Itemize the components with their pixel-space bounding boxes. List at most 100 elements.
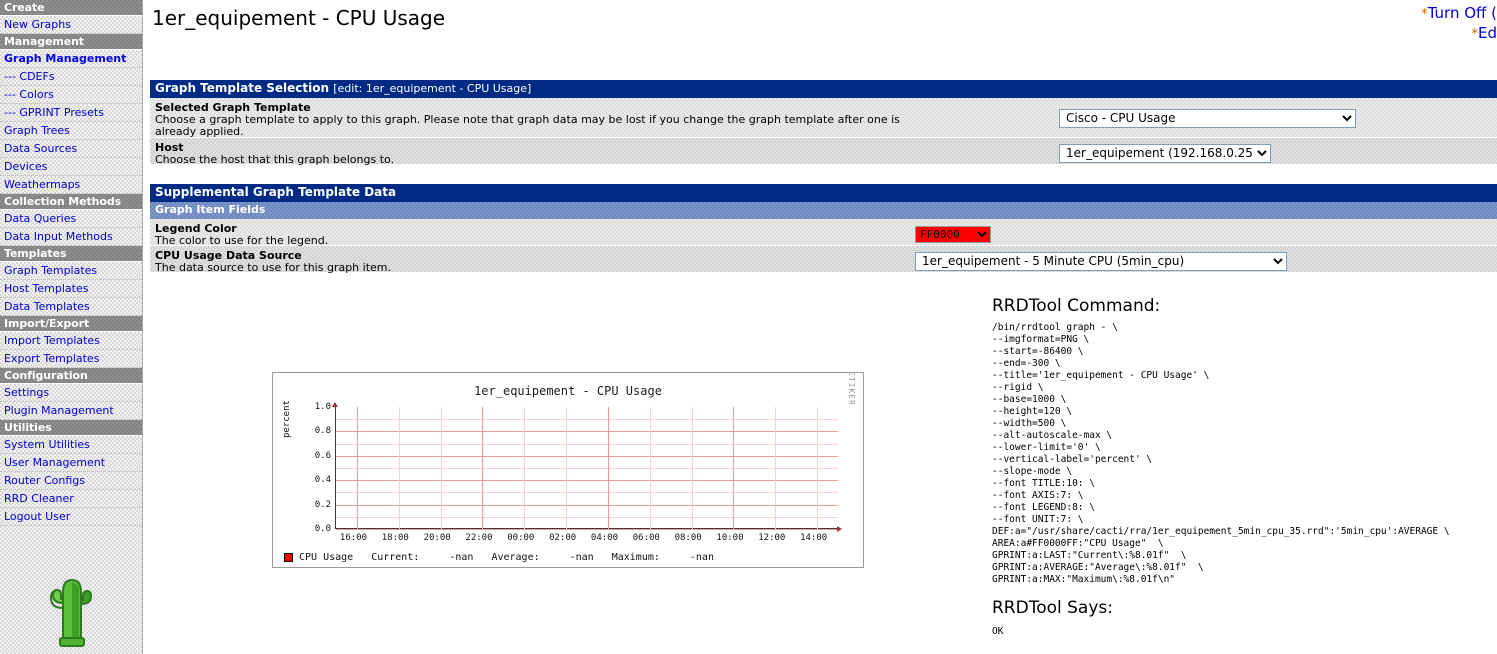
nav-header-create: Create — [0, 0, 142, 16]
graph-gridline-h — [336, 455, 838, 457]
graph-x-tick-label: 14:00 — [800, 533, 828, 543]
x-axis-arrow-icon — [837, 526, 842, 532]
cpu-data-source-select[interactable]: 1er_equipement - 5 Minute CPU (5min_cpu) — [915, 251, 1287, 271]
graph-x-tick-label: 16:00 — [339, 533, 367, 543]
sidebar-item-system-utilities[interactable]: System Utilities — [0, 436, 142, 454]
graph-y-tick-label: 0.8 — [314, 426, 331, 437]
cacti-logo — [0, 570, 143, 654]
sidebar-item-user-management[interactable]: User Management — [0, 454, 142, 472]
graph-gridline-h-minor — [336, 443, 838, 445]
nav-header-collection-methods: Collection Methods — [0, 194, 142, 210]
graph-gridline-v — [440, 407, 442, 529]
graph-item-fields-subheader: Graph Item Fields — [150, 202, 1497, 219]
nav-header-utilities: Utilities — [0, 420, 142, 436]
field-label-legend-color: Legend Color — [155, 222, 237, 235]
legend-color-swatch — [284, 553, 293, 562]
graph-gridline-h — [336, 480, 838, 482]
sidebar-item-devices[interactable]: Devices — [0, 158, 142, 176]
rrdtool-watermark: RRDTOOL / TOBI OETIKER — [847, 373, 856, 406]
legend-color-select[interactable]: FF0000 — [915, 226, 991, 243]
legend-current-value: -nan — [449, 552, 474, 563]
graph-gridline-v — [524, 407, 526, 529]
graph-gridline-h-minor — [336, 492, 838, 494]
graph-x-tick-label: 06:00 — [632, 533, 660, 543]
graph-x-tick-label: 00:00 — [507, 533, 535, 543]
sidebar-item-graph-templates[interactable]: Graph Templates — [0, 262, 142, 280]
graph-x-tick-label: 12:00 — [758, 533, 786, 543]
nav-header-configuration: Configuration — [0, 368, 142, 384]
rrdtool-says-text: OK — [992, 626, 1004, 637]
sidebar-item-data-templates[interactable]: Data Templates — [0, 298, 142, 316]
sidebar-item-export-templates[interactable]: Export Templates — [0, 350, 142, 368]
graph-y-tick-label: 1.0 — [314, 402, 331, 412]
graph-y-tick-label: 0.2 — [314, 499, 331, 510]
sidebar-item-data-input-methods[interactable]: Data Input Methods — [0, 228, 142, 246]
graph-legend: CPU Usage Current: -nan Average: -nan Ma… — [284, 552, 714, 563]
graph-gridline-h-minor — [336, 516, 838, 518]
rrdtool-command-heading: RRDTool Command: — [992, 296, 1161, 316]
sidebar-item-weathermaps[interactable]: Weathermaps — [0, 176, 142, 194]
rrdtool-command-text: /bin/rrdtool graph - \ --imgformat=PNG \… — [992, 322, 1450, 585]
graph-gridline-v — [691, 407, 693, 529]
graph-x-tick-label: 22:00 — [465, 533, 493, 543]
sidebar-item-router-configs[interactable]: Router Configs — [0, 472, 142, 490]
graph-gridline-v — [817, 407, 819, 529]
legend-average-value: -nan — [569, 552, 594, 563]
host-select[interactable]: 1er_equipement (192.168.0.253) — [1059, 143, 1271, 163]
sidebar-item-import-templates[interactable]: Import Templates — [0, 332, 142, 350]
graph-x-tick-label: 08:00 — [674, 533, 702, 543]
legend-maximum-label: Maximum: — [611, 552, 660, 563]
graph-gridline-h — [336, 529, 838, 530]
sidebar-item-new-graphs[interactable]: New Graphs — [0, 16, 142, 34]
supplemental-data-header: Supplemental Graph Template Data — [150, 184, 1497, 202]
nav-header-templates: Templates — [0, 246, 142, 262]
sidebar-item-graph-management[interactable]: Graph Management — [0, 50, 142, 68]
nav-header-management: Management — [0, 34, 142, 50]
row-selected-graph-template: Selected Graph Template Choose a graph t… — [150, 98, 1497, 138]
sidebar-item-graph-trees[interactable]: Graph Trees — [0, 122, 142, 140]
sidebar-item-rrd-cleaner[interactable]: RRD Cleaner — [0, 490, 142, 508]
sidebar-item-cdefs[interactable]: --- CDEFs — [0, 68, 142, 86]
sidebar: Create New Graphs Management Graph Manageme… — [0, 0, 143, 654]
field-desc-cpu-data-source: The data source to use for this graph it… — [155, 261, 391, 274]
graph-gridline-v — [775, 407, 777, 529]
graph-canvas: 1er_equipement - CPU Usage percent RRDTO… — [276, 373, 860, 564]
graph-title: 1er_equipement - CPU Usage — [474, 384, 662, 398]
graph-gridline-h-minor — [336, 468, 838, 469]
graph-template-selection-header: Graph Template Selection [edit: 1er_equi… — [150, 80, 1497, 98]
row-cpu-usage-data-source: CPU Usage Data Source The data source to… — [150, 246, 1497, 274]
row-legend-color: Legend Color The color to use for the le… — [150, 219, 1497, 247]
legend-series-label: CPU Usage — [299, 552, 354, 563]
graph-x-tick-label: 02:00 — [549, 533, 577, 543]
graph-y-tick-label: 0.0 — [314, 524, 331, 534]
legend-current-label: Current: — [371, 552, 420, 563]
graph-gridline-h — [336, 504, 838, 506]
legend-average-label: Average: — [491, 552, 540, 563]
cactus-icon — [49, 578, 92, 647]
sidebar-item-colors[interactable]: --- Colors — [0, 86, 142, 104]
graph-x-tick-label: 10:00 — [716, 533, 744, 543]
rrd-graph-image[interactable]: 1er_equipement - CPU Usage percent RRDTO… — [272, 372, 864, 568]
field-desc-host: Choose the host that this graph belongs … — [155, 153, 395, 166]
graph-gridline-v — [356, 407, 358, 529]
sidebar-item-host-templates[interactable]: Host Templates — [0, 280, 142, 298]
sidebar-item-settings[interactable]: Settings — [0, 384, 142, 402]
supplemental-title-text: Supplemental Graph Template Data — [155, 185, 397, 199]
graph-x-tick-label: 04:00 — [590, 533, 618, 543]
panel-title-text: Graph Template Selection — [155, 81, 330, 95]
sidebar-item-logout-user[interactable]: Logout User — [0, 508, 142, 526]
graph-plot-area — [335, 407, 838, 530]
nav-header-import-export: Import/Export — [0, 316, 142, 332]
row-host: Host Choose the host that this graph bel… — [150, 138, 1497, 166]
graph-y-tick-label: 0.6 — [314, 450, 331, 461]
graph-gridline-h — [336, 431, 838, 433]
graph-template-select[interactable]: Cisco - CPU Usage — [1059, 108, 1356, 128]
sidebar-item-data-sources[interactable]: Data Sources — [0, 140, 142, 158]
sidebar-item-plugin-management[interactable]: Plugin Management — [0, 402, 142, 420]
sidebar-item-gprint-presets[interactable]: --- GPRINT Presets — [0, 104, 142, 122]
sidebar-item-data-queries[interactable]: Data Queries — [0, 210, 142, 228]
graph-y-tick-label: 0.4 — [314, 475, 331, 486]
graph-gridline-v — [733, 407, 735, 529]
graph-gridline-v — [398, 407, 400, 529]
field-desc-selected-graph-template: Choose a graph template to apply to this… — [155, 113, 900, 138]
